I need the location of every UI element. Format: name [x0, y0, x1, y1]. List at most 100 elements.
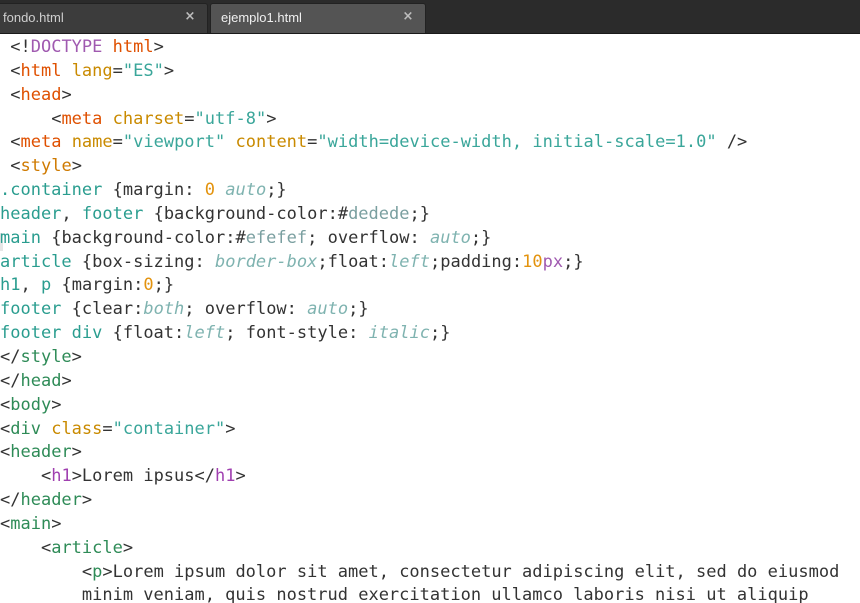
tab-ejemplo1-html[interactable]: ejemplo1.html ×: [210, 3, 426, 33]
code-line[interactable]: footer {clear:both; overflow: auto;}: [0, 298, 860, 322]
code-line[interactable]: </header>: [0, 489, 860, 513]
code-token: auto: [307, 299, 349, 320]
code-token: ;}: [470, 227, 492, 248]
code-token: >: [235, 466, 246, 487]
code-token: meta: [61, 108, 113, 129]
code-token: />: [716, 132, 748, 153]
code-token: <: [10, 156, 21, 177]
code-line[interactable]: header, footer {background-color:#dedede…: [0, 203, 860, 227]
code-token: margin: [71, 275, 134, 296]
code-line[interactable]: <h1>Lorem ipsus</h1>: [0, 465, 860, 489]
code-token: ;: [307, 227, 328, 248]
code-token: left: [389, 251, 430, 272]
code-token: ;}: [563, 251, 584, 272]
code-token: html: [112, 37, 154, 57]
code-token: >: [61, 370, 72, 391]
code-token: ;}: [409, 203, 430, 224]
code-token: charset: [112, 108, 185, 129]
code-editor[interactable]: <!DOCTYPE html> <html lang="ES"> <head> …: [0, 34, 860, 603]
code-line[interactable]: footer div {float:left; font-style: ital…: [0, 322, 860, 346]
code-token: content: [235, 132, 308, 153]
code-token: >: [122, 537, 134, 558]
code-line[interactable]: <main>: [0, 513, 860, 537]
code-token: article: [51, 537, 123, 558]
code-token: main: [10, 513, 52, 534]
code-token: <: [0, 442, 11, 463]
code-token: h1: [51, 466, 72, 487]
code-token: class: [51, 418, 103, 439]
tab-label: fondo.html: [3, 10, 64, 25]
code-token: :: [194, 251, 215, 272]
code-token: footer div: [0, 323, 113, 344]
code-token: 10: [522, 251, 543, 272]
code-token: name: [71, 132, 113, 153]
code-token: box-sizing: [92, 251, 195, 272]
code-token: <: [10, 60, 21, 81]
code-token: footer: [81, 203, 154, 224]
code-token: head: [20, 370, 62, 391]
code-area[interactable]: <!DOCTYPE html> <html lang="ES"> <head> …: [0, 36, 860, 603]
code-line[interactable]: <div class="container">: [0, 418, 860, 442]
code-token: lang: [71, 60, 113, 81]
code-token: {: [112, 323, 123, 344]
code-token: auto: [225, 180, 267, 201]
code-token: header: [10, 442, 72, 463]
code-line[interactable]: h1, p {margin:0;}: [0, 274, 860, 298]
code-token: >: [61, 84, 72, 105]
code-line[interactable]: <style>: [0, 155, 860, 179]
code-line[interactable]: main {background-color:#efefef; overflow…: [0, 227, 860, 251]
code-token: <: [0, 418, 11, 439]
code-token: <: [40, 466, 52, 487]
code-token: px: [542, 251, 564, 272]
code-token: left: [184, 323, 226, 344]
code-token: >: [51, 394, 62, 415]
code-token: html: [20, 60, 72, 81]
code-token: =: [184, 108, 195, 129]
code-token: =: [102, 418, 113, 439]
code-token: :: [286, 299, 308, 320]
code-token: "width=device-width, initial-scale=1.0": [317, 132, 717, 153]
code-token: {: [112, 180, 123, 201]
code-token: >: [71, 442, 82, 463]
code-line[interactable]: <meta charset="utf-8">: [0, 108, 860, 132]
code-line[interactable]: .container {margin: 0 auto;}: [0, 179, 860, 203]
code-token: body: [10, 394, 52, 415]
code-token: style: [20, 346, 72, 367]
code-token: padding: [440, 251, 512, 272]
code-line[interactable]: <head>: [0, 84, 860, 108]
tab-fondo-html[interactable]: fondo.html ×: [0, 3, 208, 33]
code-token: :: [133, 299, 144, 320]
code-token: <: [10, 132, 21, 153]
close-icon[interactable]: ×: [183, 9, 197, 25]
code-token: >: [266, 108, 277, 129]
code-line[interactable]: <!DOCTYPE html>: [0, 36, 860, 60]
code-token: "viewport": [122, 132, 226, 153]
code-line[interactable]: <body>: [0, 394, 860, 418]
code-line[interactable]: <p>Lorem ipsum dolor sit amet, consectet…: [0, 561, 860, 585]
code-token: main: [0, 227, 52, 248]
close-icon[interactable]: ×: [401, 9, 415, 25]
code-token: {: [71, 299, 82, 320]
code-token: auto: [429, 227, 471, 248]
code-line[interactable]: article {box-sizing: border-box;float:le…: [0, 251, 860, 275]
code-token: :: [409, 227, 430, 248]
code-line[interactable]: </style>: [0, 346, 860, 370]
code-line[interactable]: minim veniam, quis nostrud exercitation …: [0, 584, 860, 603]
code-token: 0: [143, 275, 154, 296]
code-line[interactable]: <html lang="ES">: [0, 60, 860, 84]
code-line[interactable]: <meta name="viewport" content="width=dev…: [0, 131, 860, 155]
code-line[interactable]: </head>: [0, 370, 860, 394]
code-line[interactable]: <header>: [0, 441, 860, 465]
code-token: DOCTYPE: [30, 37, 113, 57]
code-token: background-color: [61, 227, 226, 248]
code-line[interactable]: <article>: [0, 537, 860, 561]
code-token: {: [81, 251, 93, 272]
